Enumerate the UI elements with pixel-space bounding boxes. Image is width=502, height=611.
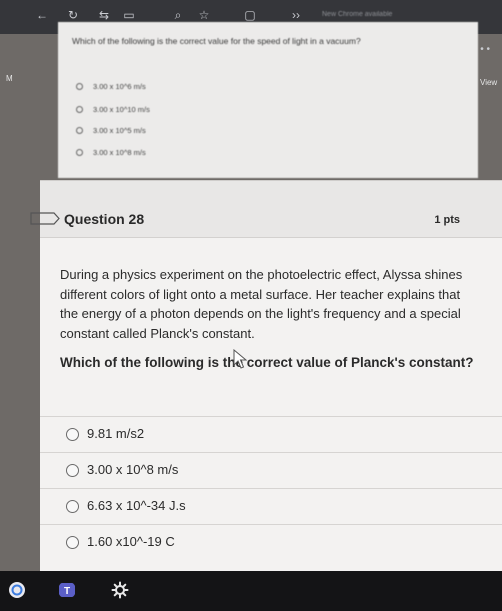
previous-option[interactable]: 3.00 x 10^8 m/s: [76, 148, 146, 158]
previous-option[interactable]: 3.00 x 10^5 m/s: [76, 126, 146, 136]
question-title: Question 28: [64, 211, 145, 227]
radio-icon[interactable]: [76, 127, 83, 134]
question-prompt: Which of the following is the correct va…: [60, 355, 474, 370]
svg-text:T: T: [64, 586, 70, 597]
answer-label: 1.60 x10^-19 C: [87, 534, 175, 549]
radio-icon[interactable]: [76, 106, 83, 113]
teams-icon[interactable]: T: [58, 581, 76, 599]
answer-label: 3.00 x 10^8 m/s: [87, 462, 179, 477]
previous-option[interactable]: 3.00 x 10^10 m/s: [76, 105, 150, 115]
tab-icon[interactable]: ▢: [243, 8, 257, 22]
answer-label: 6.63 x 10^-34 J.s: [87, 498, 186, 513]
forward-chevrons-icon[interactable]: ››: [289, 8, 303, 22]
back-arrow-icon[interactable]: ←: [35, 8, 49, 22]
settings-gear-icon[interactable]: [111, 581, 129, 599]
previous-question: Which of the following is the correct va…: [58, 22, 478, 178]
mouse-cursor-icon: [233, 349, 248, 369]
previous-question-prompt: Which of the following is the correct va…: [72, 36, 361, 46]
radio-icon[interactable]: [76, 83, 83, 90]
side-letter: M: [6, 74, 13, 83]
answer-option[interactable]: 9.81 m/s2: [40, 416, 502, 452]
start-circle-icon[interactable]: [8, 581, 26, 599]
view-label[interactable]: View: [480, 78, 497, 87]
question-points: 1 pts: [434, 214, 460, 226]
radio-button[interactable]: [66, 428, 79, 441]
bookmark-star-icon[interactable]: ☆: [197, 8, 211, 22]
flag-bookmark-icon[interactable]: [30, 212, 60, 225]
answer-option[interactable]: 1.60 x10^-19 C: [40, 524, 502, 560]
radio-button[interactable]: [66, 536, 79, 549]
radio-button[interactable]: [66, 464, 79, 477]
previous-option[interactable]: 3.00 x 10^6 m/s: [76, 82, 146, 92]
reload-icon[interactable]: ↻: [66, 8, 80, 22]
tab-switch-icon[interactable]: ⇆: [97, 8, 111, 22]
answer-option[interactable]: 3.00 x 10^8 m/s: [40, 452, 502, 488]
answer-option[interactable]: 6.63 x 10^-34 J.s: [40, 488, 502, 524]
answer-label: 9.81 m/s2: [87, 426, 145, 441]
zoom-icon[interactable]: ⌕: [171, 8, 185, 22]
question-header: Question 28 1 pts: [30, 180, 502, 238]
radio-button[interactable]: [66, 500, 79, 513]
cast-icon[interactable]: ▭: [122, 8, 136, 22]
radio-icon[interactable]: [76, 149, 83, 156]
question-card: Question 28 1 pts During a physics exper…: [30, 180, 502, 575]
question-body: During a physics experiment on the photo…: [60, 267, 463, 341]
taskbar: T: [0, 571, 502, 611]
update-status[interactable]: New Chrome available: [322, 7, 438, 23]
